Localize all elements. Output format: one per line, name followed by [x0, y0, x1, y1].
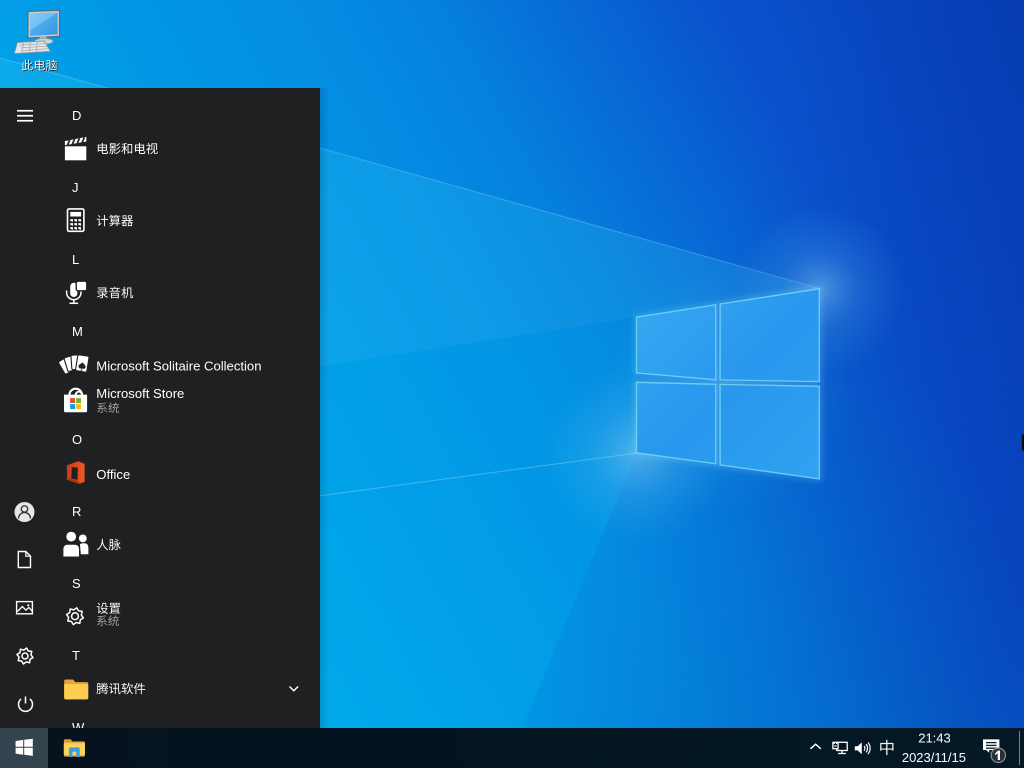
- svg-text:S: S: [72, 576, 81, 591]
- svg-text:O: O: [72, 432, 82, 447]
- svg-text:D: D: [72, 108, 81, 123]
- svg-text:Microsoft Solitaire Collection: Microsoft Solitaire Collection: [96, 358, 261, 373]
- svg-text:T: T: [72, 648, 80, 663]
- svg-text:M: M: [72, 324, 83, 339]
- svg-text:R: R: [72, 504, 81, 519]
- svg-text:L: L: [72, 252, 79, 267]
- svg-text:Office: Office: [96, 467, 130, 482]
- svg-text:J: J: [72, 180, 79, 195]
- svg-text:2023/11/15: 2023/11/15: [902, 750, 966, 765]
- svg-text:Microsoft Store: Microsoft Store: [96, 386, 184, 401]
- svg-text:21:43: 21:43: [918, 731, 951, 746]
